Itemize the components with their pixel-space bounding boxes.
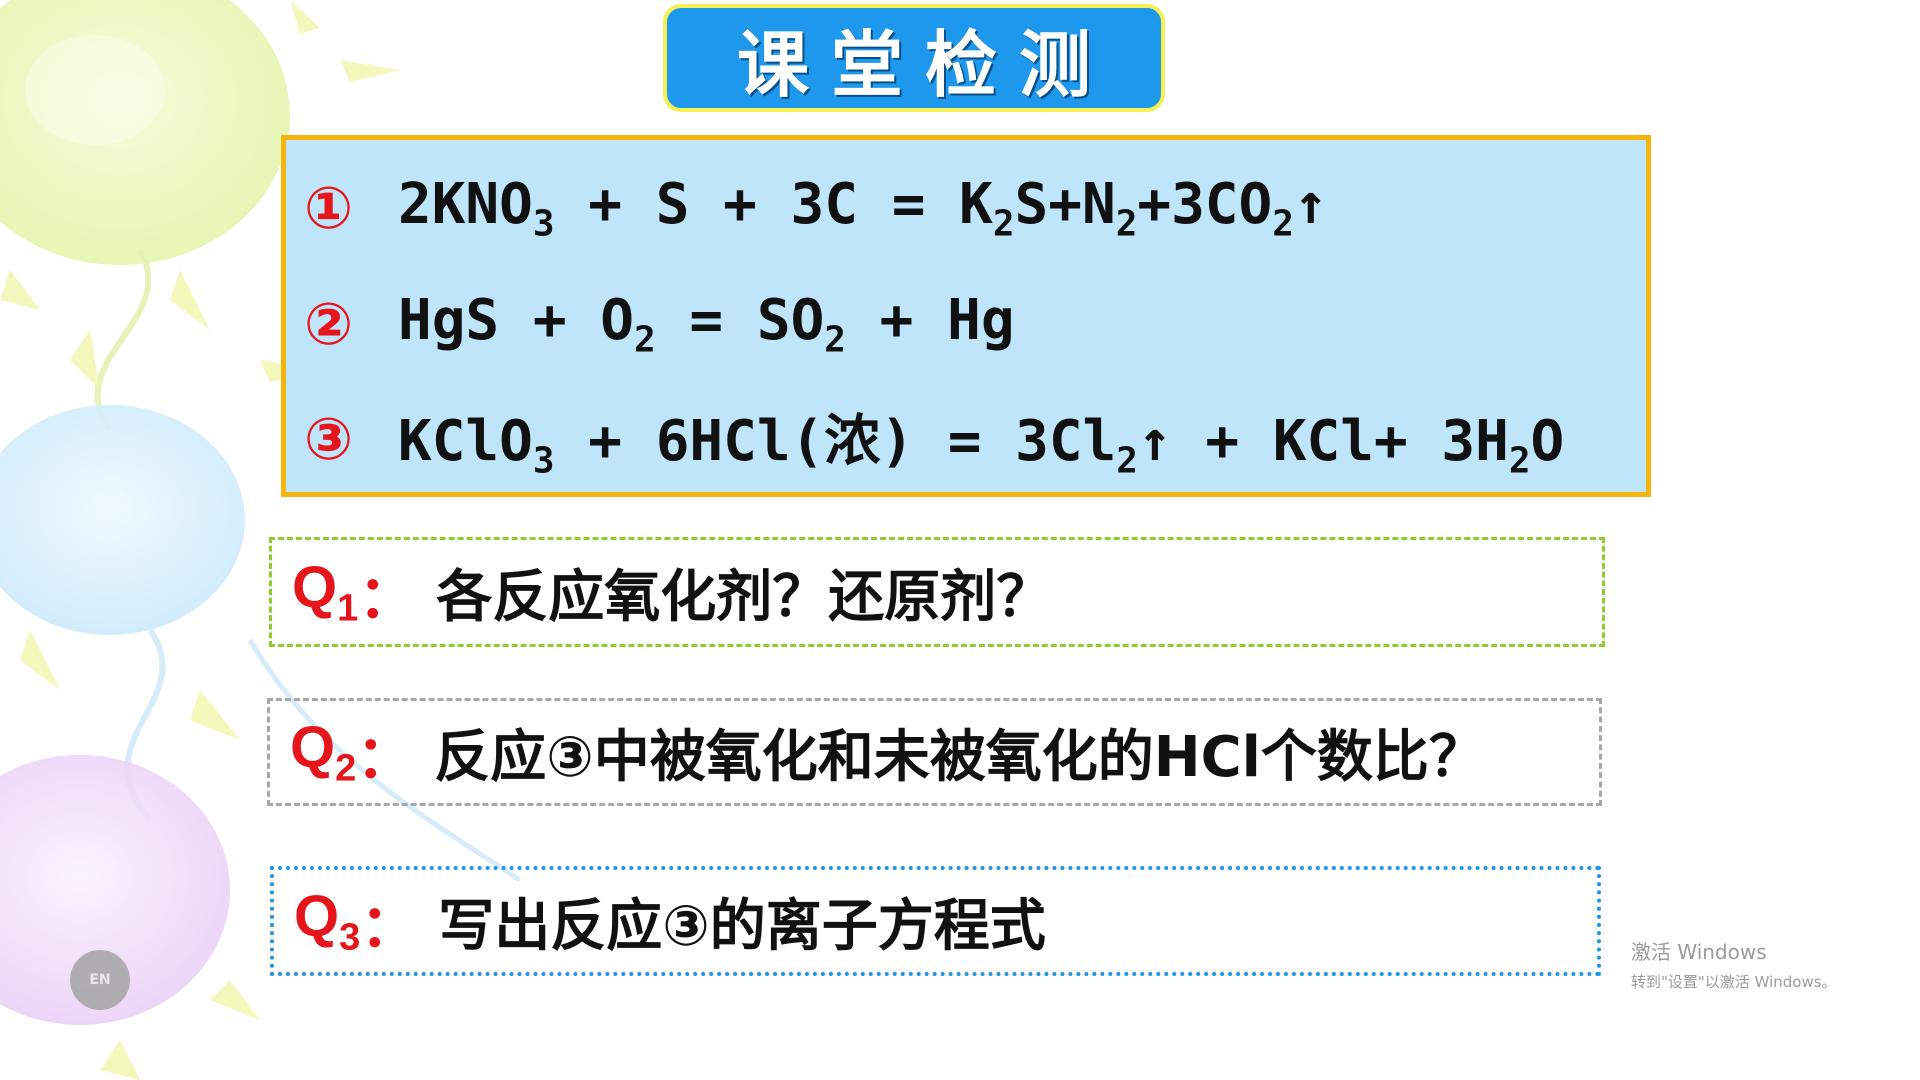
equation-2: HgS + O2 = SO2 + Hg bbox=[398, 288, 1015, 361]
equation-text: KClO bbox=[398, 409, 533, 475]
question-text-2: 反应③中被氧化和未被氧化的HCl个数比？ bbox=[434, 724, 1485, 790]
question-text-1: 各反应氧化剂？还原剂？ bbox=[436, 564, 1053, 630]
equation-text: HgS + O bbox=[398, 287, 635, 353]
question-box-2: Q2 ： 反应③中被氧化和未被氧化的HCl个数比？ bbox=[267, 698, 1602, 806]
keyboard-language-icon[interactable]: EN bbox=[70, 950, 130, 1010]
equation-text: S+N bbox=[1014, 171, 1116, 237]
equation-text: + 6HCl(浓) = 3Cl bbox=[554, 409, 1117, 475]
equation-text: + Hg bbox=[845, 287, 1015, 353]
equation-number-1: ① bbox=[304, 174, 354, 242]
slide-title: 课堂检测 bbox=[736, 22, 1113, 107]
question-colon-3: ： bbox=[360, 892, 419, 960]
equation-subscript: 2 bbox=[1116, 440, 1138, 482]
question-colon-1: ： bbox=[358, 563, 417, 631]
equation-number-3: ③ bbox=[304, 405, 354, 473]
watermark-line-1: 激活 Windows bbox=[1631, 940, 1767, 964]
equation-text: +3CO bbox=[1137, 171, 1273, 237]
equation-text: ↑ bbox=[1293, 171, 1328, 237]
equations-panel: ① 2KNO3 + S + 3C = K2S+N2+3CO2↑ ② HgS + … bbox=[281, 135, 1651, 497]
equation-row-1: ① 2KNO3 + S + 3C = K2S+N2+3CO2↑ bbox=[304, 163, 1328, 253]
equation-subscript: 2 bbox=[1115, 203, 1138, 245]
equation-subscript: 2 bbox=[1272, 203, 1294, 245]
equation-text: + S + 3C = K bbox=[554, 171, 993, 237]
equation-subscript: 2 bbox=[1508, 440, 1531, 482]
equation-number-2: ② bbox=[304, 290, 354, 358]
question-colon-2: ： bbox=[356, 723, 415, 791]
windows-activation-watermark: 激活 Windows 转到"设置"以激活 Windows。 bbox=[1631, 936, 1837, 992]
watermark-line-2: 转到"设置"以激活 Windows。 bbox=[1631, 973, 1837, 991]
equation-row-2: ② HgS + O2 = SO2 + Hg bbox=[304, 279, 1015, 369]
equation-subscript: 2 bbox=[992, 203, 1015, 245]
equation-subscript: 2 bbox=[634, 319, 656, 361]
equation-row-3: ③ KClO3 + 6HCl(浓) = 3Cl2↑ + KCl+ 3H2O bbox=[304, 394, 1564, 484]
equation-3: KClO3 + 6HCl(浓) = 3Cl2↑ + KCl+ 3H2O bbox=[398, 396, 1564, 482]
equation-subscript: 3 bbox=[532, 440, 555, 482]
input-language-label: EN bbox=[89, 972, 111, 988]
equation-subscript: 3 bbox=[532, 203, 555, 245]
question-label-1: Q1 bbox=[292, 554, 359, 630]
question-label-2: Q2 bbox=[290, 714, 357, 790]
equation-text: 2KNO bbox=[398, 171, 533, 237]
equation-text: O bbox=[1530, 409, 1565, 475]
equation-text: ↑ + KCl+ 3H bbox=[1137, 409, 1509, 475]
question-text-3: 写出反应③的离子方程式 bbox=[438, 893, 1046, 959]
question-box-3: Q3 ： 写出反应③的离子方程式 bbox=[270, 866, 1601, 976]
equation-text: = SO bbox=[655, 287, 825, 353]
equation-1: 2KNO3 + S + 3C = K2S+N2+3CO2↑ bbox=[398, 172, 1328, 245]
question-label-3: Q3 bbox=[294, 883, 361, 959]
question-box-1: Q1 ： 各反应氧化剂？还原剂？ bbox=[269, 537, 1605, 647]
equation-subscript: 2 bbox=[824, 319, 846, 361]
slide-title-box: 课堂检测 bbox=[663, 4, 1165, 112]
